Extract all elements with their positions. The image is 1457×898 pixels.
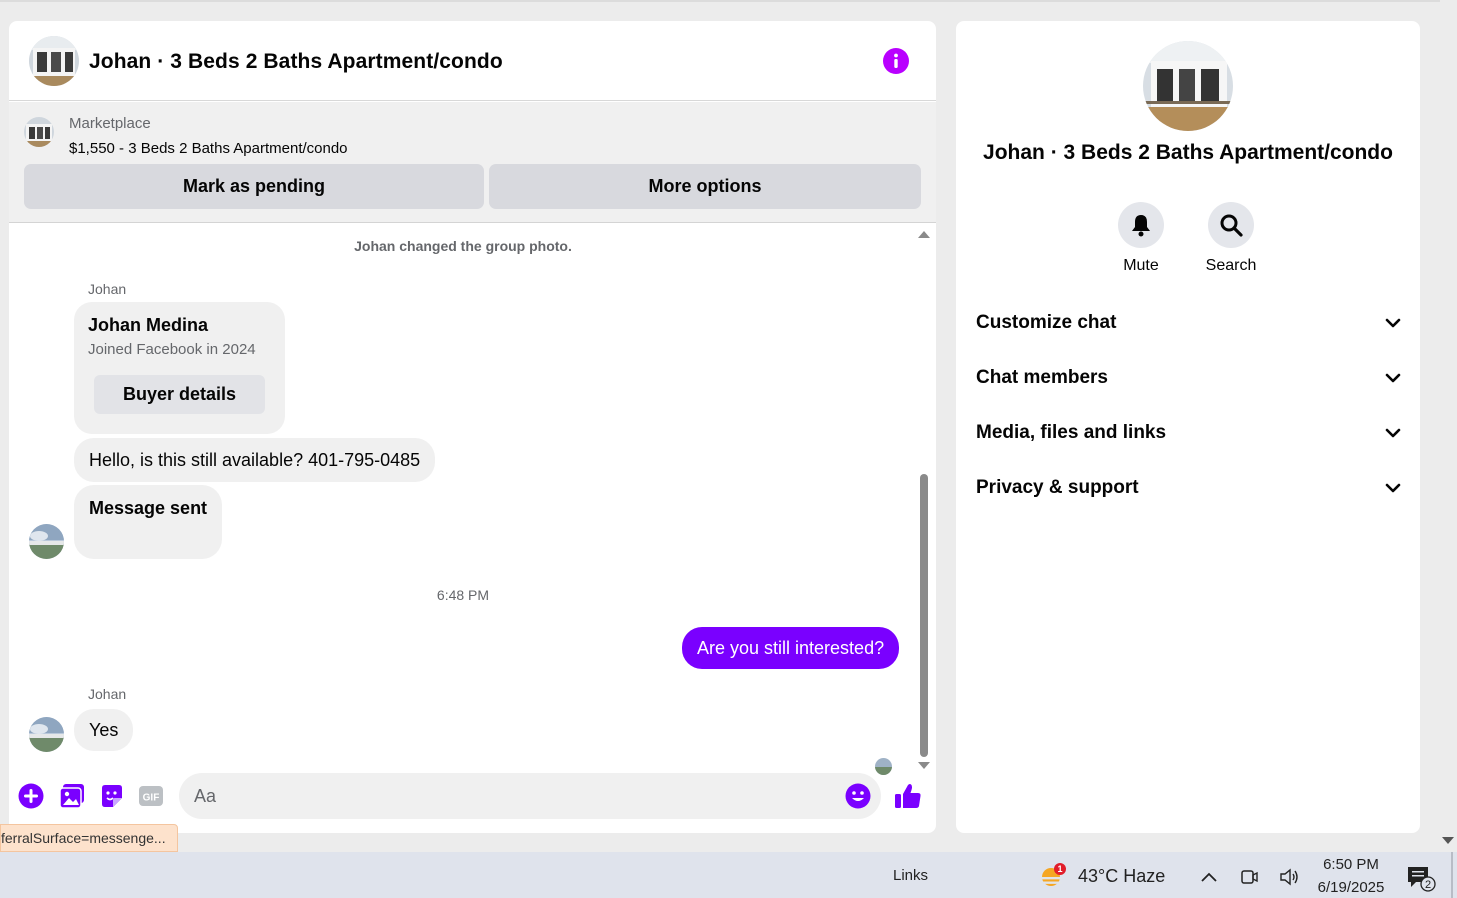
- info-group-avatar[interactable]: [1143, 41, 1233, 131]
- section-label: Customize chat: [976, 312, 1117, 333]
- chat-info-panel: Johan · 3 Beds 2 Baths Apartment/condo M…: [956, 21, 1420, 833]
- message-timestamp: 6:48 PM: [436, 587, 490, 603]
- chevron-up-icon[interactable]: [1198, 866, 1220, 888]
- bell-icon: [1132, 215, 1150, 237]
- page-scroll-down-arrow[interactable]: [1441, 836, 1455, 846]
- gif-icon[interactable]: GIF: [138, 783, 164, 809]
- notification-center-icon[interactable]: 2: [1406, 864, 1438, 892]
- message-text: Yes: [89, 719, 119, 740]
- buyer-joined: Joined Facebook in 2024: [88, 341, 256, 358]
- listing-bar: Marketplace $1,550 - 3 Beds 2 Baths Apar…: [9, 102, 936, 223]
- message-text: Message sent: [89, 497, 208, 518]
- section-label: Chat members: [976, 367, 1108, 388]
- info-title: Johan · 3 Beds 2 Baths Apartment/condo: [983, 141, 1393, 164]
- buyer-name: Johan Medina: [88, 315, 209, 335]
- photo-icon[interactable]: [59, 783, 85, 809]
- section-privacy-support[interactable]: Privacy & support: [976, 468, 1401, 508]
- plus-icon[interactable]: [18, 783, 44, 809]
- message-input[interactable]: [179, 773, 819, 819]
- weather-badge: 1: [1057, 864, 1062, 874]
- sender-avatar[interactable]: [29, 524, 64, 559]
- search-action[interactable]: Search: [1196, 202, 1266, 275]
- emoji-icon[interactable]: [845, 783, 871, 809]
- search-button[interactable]: [1208, 202, 1254, 248]
- message-text: Are you still interested?: [697, 637, 885, 658]
- scrollbar-thumb[interactable]: [920, 474, 928, 757]
- taskbar: Links 1 43°C Haze 6:50 PM 6/19/2025 2: [0, 852, 1457, 898]
- message-bubble[interactable]: Yes: [74, 709, 134, 751]
- system-message: Johan changed the group photo.: [354, 238, 572, 254]
- clock-date[interactable]: 6/19/2025: [1300, 879, 1402, 896]
- speaker-icon[interactable]: [1278, 866, 1300, 888]
- chat-header: Johan · 3 Beds 2 Baths Apartment/condo: [9, 21, 936, 101]
- info-icon[interactable]: [883, 48, 909, 74]
- mute-button[interactable]: [1118, 202, 1164, 248]
- sender-label: Johan: [88, 686, 127, 702]
- weather-haze-icon[interactable]: 1: [1038, 861, 1068, 891]
- buyer-details-button[interactable]: Buyer details: [94, 375, 265, 414]
- like-thumb-icon[interactable]: [894, 782, 922, 810]
- section-label: Media, files and links: [976, 422, 1167, 443]
- mute-label: Mute: [1123, 257, 1159, 274]
- search-label: Search: [1205, 257, 1257, 274]
- section-customize-chat[interactable]: Customize chat: [976, 303, 1401, 343]
- section-label: Privacy & support: [976, 477, 1139, 498]
- group-avatar[interactable]: [29, 36, 79, 86]
- show-desktop-edge[interactable]: [1451, 852, 1453, 898]
- message-scrollbar[interactable]: [917, 224, 931, 769]
- top-strip: [0, 0, 1440, 2]
- sticker-icon[interactable]: [99, 783, 125, 809]
- message-bubble[interactable]: Message sent: [74, 485, 223, 559]
- sender-label: Johan: [88, 281, 127, 297]
- gif-label: GIF: [143, 793, 160, 804]
- outgoing-message-bubble[interactable]: Are you still interested?: [682, 627, 900, 669]
- taskbar-links[interactable]: Links: [893, 867, 928, 884]
- chevron-down-icon: [1385, 373, 1401, 383]
- meet-camera-icon[interactable]: [1238, 866, 1260, 888]
- url-status-bar: ferralSurface=messenge...: [0, 824, 178, 852]
- mute-action[interactable]: Mute: [1106, 202, 1176, 275]
- weather-text[interactable]: 43°C Haze: [1078, 866, 1165, 887]
- chat-panel: Johan · 3 Beds 2 Baths Apartment/condo M…: [9, 21, 936, 833]
- notification-count: 2: [1425, 879, 1431, 891]
- listing-thumbnail[interactable]: [24, 117, 54, 147]
- message-input-box[interactable]: [179, 773, 881, 819]
- mark-as-pending-button[interactable]: Mark as pending: [24, 164, 484, 209]
- chevron-down-icon: [1385, 483, 1401, 493]
- listing-price-title[interactable]: $1,550 - 3 Beds 2 Baths Apartment/condo: [69, 140, 348, 157]
- message-text: Hello, is this still available? 401-795-…: [89, 449, 421, 470]
- more-options-button[interactable]: More options: [489, 164, 921, 209]
- section-media-files-links[interactable]: Media, files and links: [976, 413, 1401, 453]
- buyer-profile-card: Johan Medina Joined Facebook in 2024 Buy…: [74, 302, 285, 434]
- chevron-down-icon: [1385, 318, 1401, 328]
- scroll-up-arrow[interactable]: [917, 229, 931, 239]
- chevron-down-icon: [1385, 428, 1401, 438]
- sender-avatar[interactable]: [29, 717, 64, 752]
- message-list[interactable]: Johan changed the group photo. Johan Joh…: [9, 224, 936, 775]
- section-chat-members[interactable]: Chat members: [976, 358, 1401, 398]
- search-icon: [1220, 214, 1243, 237]
- chat-title[interactable]: Johan · 3 Beds 2 Baths Apartment/condo: [89, 50, 503, 74]
- message-bubble[interactable]: Hello, is this still available? 401-795-…: [74, 438, 436, 482]
- listing-source: Marketplace: [69, 115, 151, 132]
- clock-time[interactable]: 6:50 PM: [1300, 856, 1402, 873]
